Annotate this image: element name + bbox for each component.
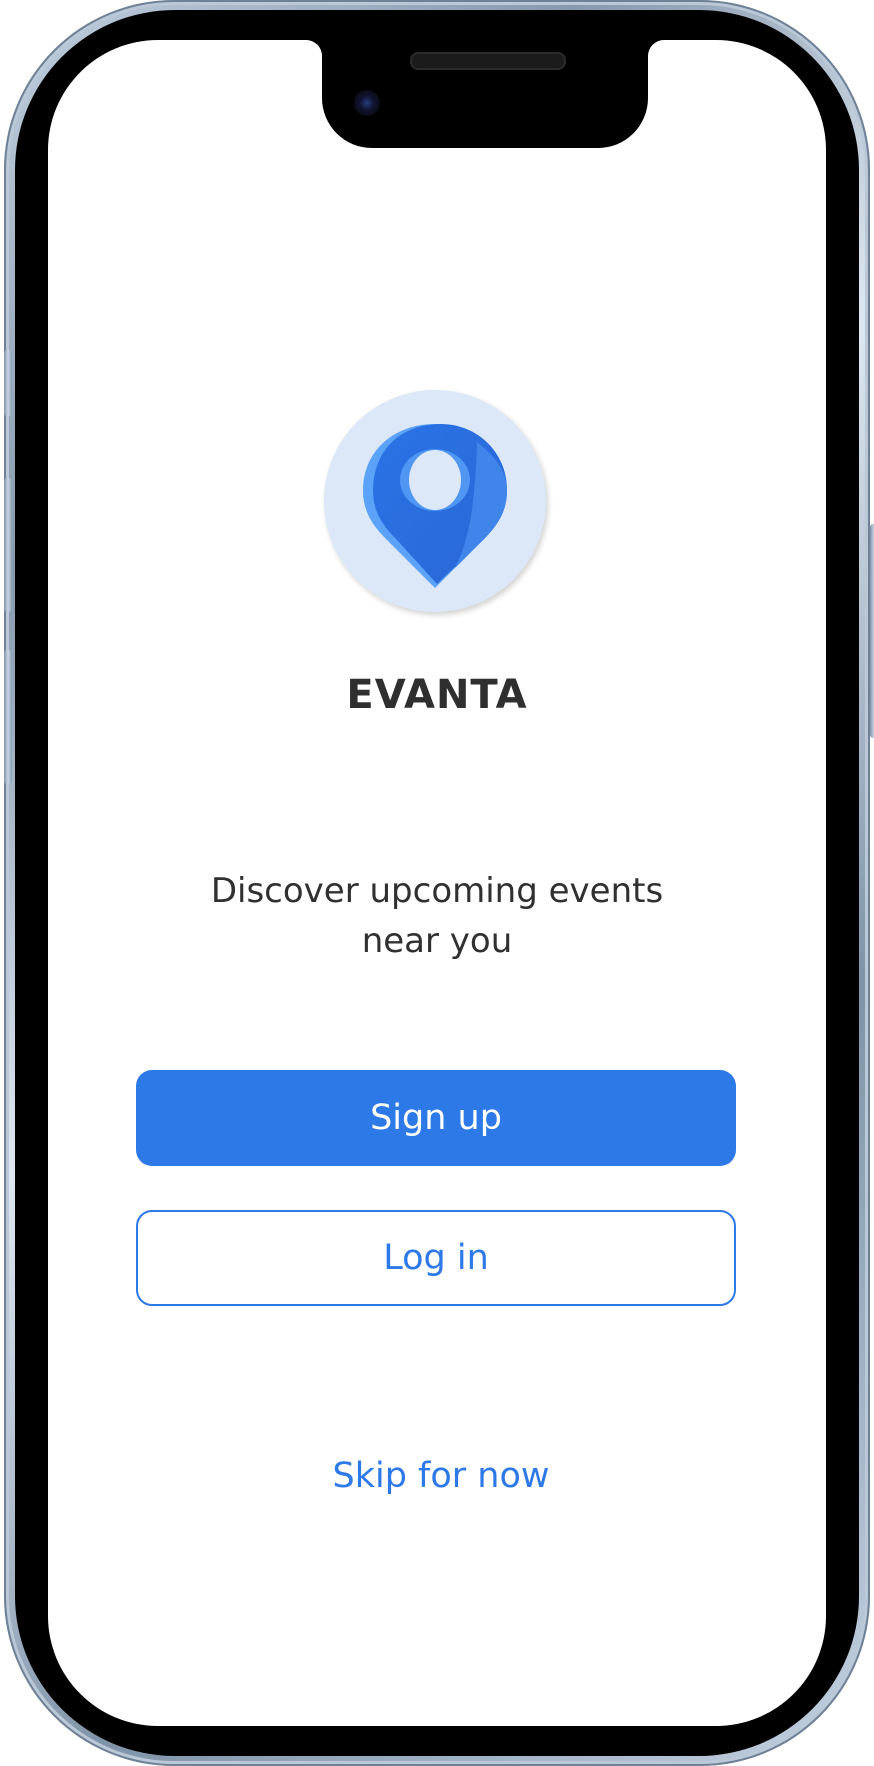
skip-for-now-link[interactable]: Skip for now: [48, 1456, 826, 1496]
welcome-screen: EVANTA Discover upcoming events near you…: [48, 40, 826, 1726]
notch-shoulder-right: [648, 40, 664, 56]
volume-up-button: [4, 478, 12, 612]
volume-down-button: [4, 650, 12, 784]
front-camera: [354, 90, 380, 116]
location-pin-icon: [363, 424, 507, 588]
tagline-text: Discover upcoming events near you: [210, 871, 664, 961]
app-logo: [324, 390, 546, 612]
app-title: EVANTA: [346, 672, 528, 718]
power-button: [870, 524, 874, 738]
notch-shoulder-left: [306, 40, 322, 56]
signup-button[interactable]: Sign up: [136, 1070, 736, 1166]
mute-switch: [4, 350, 12, 416]
earpiece-speaker: [410, 52, 566, 70]
login-button[interactable]: Log in: [136, 1210, 736, 1306]
